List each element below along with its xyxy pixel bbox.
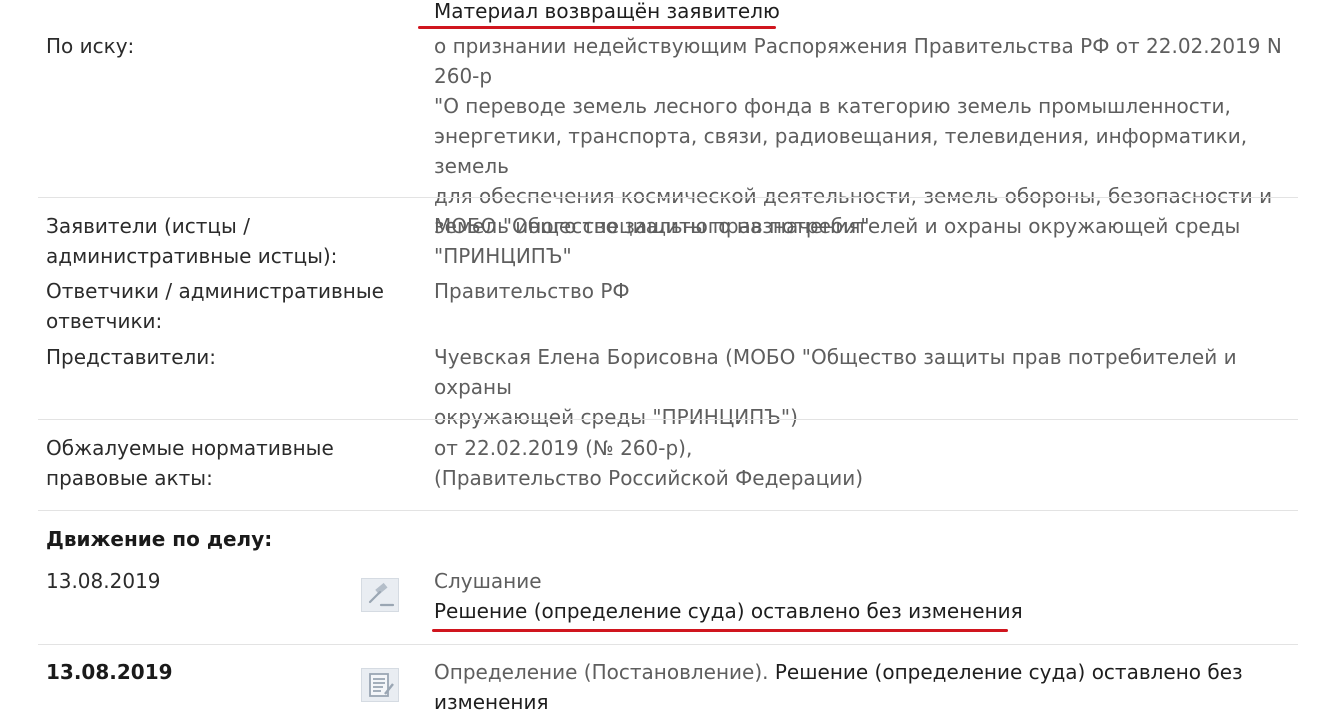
event-type: Определение (Постановление). — [434, 660, 769, 684]
applicants-value-line: "ПРИНЦИПЪ" — [434, 244, 572, 268]
divider — [38, 197, 1298, 198]
acts-value-line: (Правительство Российской Федерации) — [434, 466, 864, 490]
document-icon — [361, 668, 399, 702]
respondents-label-line: Ответчики / административные — [46, 279, 384, 303]
claim-line: "О переводе земель лесного фонда в катег… — [434, 94, 1231, 118]
event-result: Решение (определение суда) оставлено без — [774, 660, 1243, 684]
respondents-label-line: ответчики: — [46, 309, 163, 333]
result-underline — [432, 629, 1008, 632]
applicants-label-line: Заявители (истцы / — [46, 214, 250, 238]
acts-label-line: Обжалуемые нормативные — [46, 436, 334, 460]
respondents-value: Правительство РФ — [434, 279, 630, 303]
event-type: Слушание — [434, 569, 542, 593]
event-date: 13.08.2019 — [46, 569, 161, 593]
applicants-label-line: административные истцы): — [46, 244, 338, 268]
divider — [38, 419, 1298, 420]
applicants-label: Заявители (истцы / административные истц… — [46, 211, 406, 271]
event-result-continued: изменения — [434, 690, 549, 714]
applicants-value-line: МОБО "Общество защиты прав потребителей … — [434, 214, 1241, 238]
respondents-label: Ответчики / административные ответчики: — [46, 276, 406, 336]
divider — [38, 510, 1298, 511]
claim-line: о признании недействующим Распоряжения П… — [434, 34, 1282, 88]
acts-value-line: от 22.02.2019 (№ 260-р), — [434, 436, 693, 460]
acts-label: Обжалуемые нормативные правовые акты: — [46, 433, 406, 493]
acts-value: от 22.02.2019 (№ 260-р), (Правительство … — [434, 433, 1314, 493]
divider — [38, 644, 1298, 645]
status-value: Материал возвращён заявителю — [434, 0, 780, 23]
gavel-icon — [361, 578, 399, 612]
movement-heading: Движение по делу: — [46, 527, 273, 551]
applicants-value: МОБО "Общество защиты прав потребителей … — [434, 211, 1314, 271]
claim-line: для обеспечения космической деятельности… — [434, 184, 1273, 208]
representatives-value-line: окружающей среды "ПРИНЦИПЪ") — [434, 405, 798, 429]
acts-label-line: правовые акты: — [46, 466, 213, 490]
status-underline — [418, 26, 776, 29]
representatives-label: Представители: — [46, 345, 217, 369]
event-date: 13.08.2019 — [46, 660, 173, 684]
event-text: Определение (Постановление). Решение (оп… — [434, 657, 1314, 717]
claim-label: По иску: — [46, 34, 135, 58]
event-result: Решение (определение суда) оставлено без… — [434, 599, 1023, 623]
claim-line: энергетики, транспорта, связи, радиовеща… — [434, 124, 1248, 178]
claim-value: о признании недействующим Распоряжения П… — [434, 31, 1314, 241]
representatives-value-line: Чуевская Елена Борисовна (МОБО "Общество… — [434, 345, 1237, 399]
